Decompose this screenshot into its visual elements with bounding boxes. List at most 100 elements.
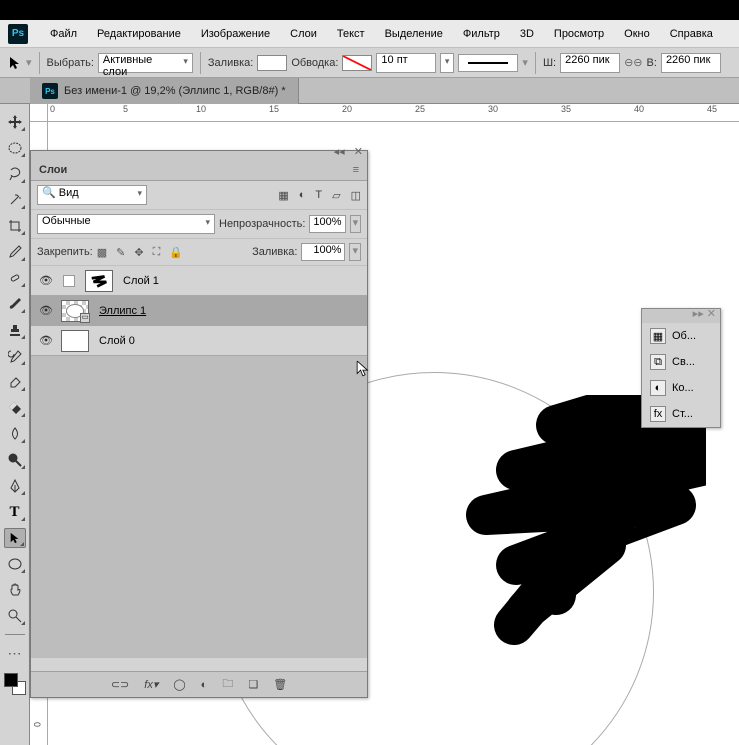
layer-name[interactable]: Слой 0 bbox=[95, 335, 135, 347]
layer-row[interactable]: 👁 Слой 1 bbox=[31, 266, 367, 296]
lock-artboard-icon[interactable]: ⛶ bbox=[153, 246, 161, 259]
menu-image[interactable]: Изображение bbox=[191, 28, 280, 40]
width-label: Ш: bbox=[543, 57, 556, 69]
adjustment-icon[interactable]: ◐ bbox=[201, 679, 208, 691]
stroke-style-dropdown[interactable] bbox=[458, 54, 518, 72]
type-tool-icon[interactable]: T bbox=[4, 502, 26, 522]
filter-pixel-icon[interactable]: ▦ bbox=[278, 189, 288, 202]
path-selection-tool-icon[interactable] bbox=[4, 528, 26, 548]
lock-position-icon[interactable]: ✥ bbox=[134, 246, 143, 259]
new-layer-icon[interactable]: ❏ bbox=[248, 678, 258, 691]
history-brush-tool-icon[interactable] bbox=[4, 346, 26, 366]
visibility-toggle-icon[interactable]: 👁 bbox=[31, 334, 61, 347]
mini-panel-item[interactable]: ▦ Об... bbox=[642, 323, 720, 349]
trash-icon[interactable]: 🗑 bbox=[273, 678, 287, 691]
opacity-field[interactable]: 100% bbox=[309, 215, 345, 233]
group-icon[interactable]: 🗀 bbox=[222, 675, 233, 694]
brush-tool-icon[interactable] bbox=[4, 294, 26, 314]
mini-panel-grip[interactable]: ▸▸ ✕ bbox=[642, 309, 720, 323]
width-field[interactable]: 2260 пик bbox=[560, 53, 620, 73]
title-bar bbox=[0, 0, 739, 20]
menu-file[interactable]: Файл bbox=[40, 28, 87, 40]
ellipse-shape-tool-icon[interactable] bbox=[4, 554, 26, 574]
blend-mode-dropdown[interactable]: Обычные bbox=[37, 214, 215, 234]
visibility-toggle-icon[interactable]: 👁 bbox=[31, 274, 61, 287]
menu-select[interactable]: Выделение bbox=[375, 28, 453, 40]
lock-all-icon[interactable]: 🔒 bbox=[169, 246, 183, 259]
fill-dropdown-icon[interactable]: ▾ bbox=[349, 243, 361, 261]
document-tab[interactable]: Ps Без имени-1 @ 19,2% (Эллипс 1, RGB/8#… bbox=[30, 78, 299, 104]
lock-image-icon[interactable]: ✎ bbox=[116, 246, 125, 259]
menu-filter[interactable]: Фильтр bbox=[453, 28, 510, 40]
eyedropper-tool-icon[interactable] bbox=[4, 242, 26, 262]
ruler-horizontal[interactable]: 0 5 10 15 20 25 30 35 40 45 bbox=[48, 104, 739, 122]
zoom-tool-icon[interactable] bbox=[4, 606, 26, 626]
lock-label: Закрепить: bbox=[37, 246, 93, 258]
separator bbox=[200, 52, 201, 74]
panel-title[interactable]: Слои bbox=[39, 164, 67, 176]
dodge-tool-icon[interactable] bbox=[4, 450, 26, 470]
select-scope-dropdown[interactable]: Активные слои bbox=[98, 53, 193, 73]
menu-3d[interactable]: 3D bbox=[510, 28, 544, 40]
crop-tool-icon[interactable] bbox=[4, 216, 26, 236]
pen-tool-icon[interactable] bbox=[4, 476, 26, 496]
healing-tool-icon[interactable] bbox=[4, 268, 26, 288]
lock-transparent-icon[interactable]: ▩ bbox=[97, 246, 107, 259]
mini-panel-label: Ко... bbox=[672, 382, 694, 394]
blur-tool-icon[interactable] bbox=[4, 424, 26, 444]
edit-toolbar-icon[interactable]: ⋯ bbox=[4, 643, 26, 663]
layer-list: 👁 Слой 1 👁 ▭ Эллипс 1 bbox=[31, 266, 367, 658]
stroke-label: Обводка: bbox=[291, 57, 338, 69]
menu-layers[interactable]: Слои bbox=[280, 28, 327, 40]
menu-bar: Ps Файл Редактирование Изображение Слои … bbox=[0, 20, 739, 48]
styles-icon: fx bbox=[650, 406, 666, 422]
filter-shape-icon[interactable]: ▱ bbox=[332, 189, 340, 202]
panel-menu-icon[interactable]: ≡ bbox=[353, 164, 359, 176]
stroke-swatch[interactable] bbox=[342, 55, 372, 71]
opacity-dropdown-icon[interactable]: ▾ bbox=[350, 215, 362, 233]
link-layers-icon[interactable]: ⊂⊃ bbox=[111, 678, 129, 691]
filter-adjust-icon[interactable]: ◐ bbox=[299, 189, 306, 202]
move-tool-icon[interactable] bbox=[4, 112, 26, 132]
fill-swatch[interactable] bbox=[257, 55, 287, 71]
marquee-tool-icon[interactable] bbox=[4, 138, 26, 158]
panel-grip[interactable]: ◂◂ ✕ bbox=[31, 151, 367, 159]
lasso-tool-icon[interactable] bbox=[4, 164, 26, 184]
filter-type-icon[interactable]: T bbox=[315, 189, 322, 202]
mini-panel-label: Св... bbox=[672, 356, 695, 368]
menu-window[interactable]: Окно bbox=[614, 28, 660, 40]
layer-name[interactable]: Слой 1 bbox=[119, 275, 159, 287]
visibility-toggle-icon[interactable]: 👁 bbox=[31, 304, 61, 317]
layer-row[interactable]: 👁 ▭ Эллипс 1 bbox=[31, 296, 367, 326]
menu-edit[interactable]: Редактирование bbox=[87, 28, 191, 40]
gradient-tool-icon[interactable] bbox=[4, 398, 26, 418]
color-fg-bg[interactable] bbox=[4, 673, 26, 695]
fill-opacity-field[interactable]: 100% bbox=[301, 243, 345, 261]
stamp-tool-icon[interactable] bbox=[4, 320, 26, 340]
mini-panel-label: Ст... bbox=[672, 408, 693, 420]
panel-tab-bar: Слои ≡ bbox=[31, 159, 367, 181]
link-wh-icon[interactable]: ⊖⊖ bbox=[624, 56, 642, 69]
mini-panel-item[interactable]: ⧉ Св... bbox=[642, 349, 720, 375]
layer-name[interactable]: Эллипс 1 bbox=[95, 305, 146, 317]
fx-icon[interactable]: fx▾ bbox=[144, 678, 158, 691]
menu-help[interactable]: Справка bbox=[660, 28, 723, 40]
select-label: Выбрать: bbox=[47, 57, 94, 69]
menu-view[interactable]: Просмотр bbox=[544, 28, 614, 40]
layers-panel-footer: ⊂⊃ fx▾ ◯ ◐ 🗀 ❏ 🗑 bbox=[31, 671, 367, 697]
eraser-tool-icon[interactable] bbox=[4, 372, 26, 392]
menu-text[interactable]: Текст bbox=[327, 28, 375, 40]
mask-icon[interactable]: ◯ bbox=[173, 678, 185, 691]
filter-smart-icon[interactable]: ◫ bbox=[351, 189, 361, 202]
layer-row[interactable]: 👁 Слой 0 bbox=[31, 326, 367, 356]
filter-type-dropdown[interactable]: 🔍 Вид bbox=[37, 185, 147, 205]
mini-panel-item[interactable]: ◐ Ко... bbox=[642, 375, 720, 401]
opacity-label: Непрозрачность: bbox=[219, 218, 305, 230]
path-selection-indicator-icon bbox=[6, 54, 24, 72]
height-field[interactable]: 2260 пик bbox=[661, 53, 721, 73]
stroke-width-field[interactable]: 10 пт bbox=[376, 53, 436, 73]
hand-tool-icon[interactable] bbox=[4, 580, 26, 600]
layer-thumbnail: ▭ bbox=[61, 300, 89, 322]
magic-wand-tool-icon[interactable] bbox=[4, 190, 26, 210]
mini-panel-item[interactable]: fx Ст... bbox=[642, 401, 720, 427]
